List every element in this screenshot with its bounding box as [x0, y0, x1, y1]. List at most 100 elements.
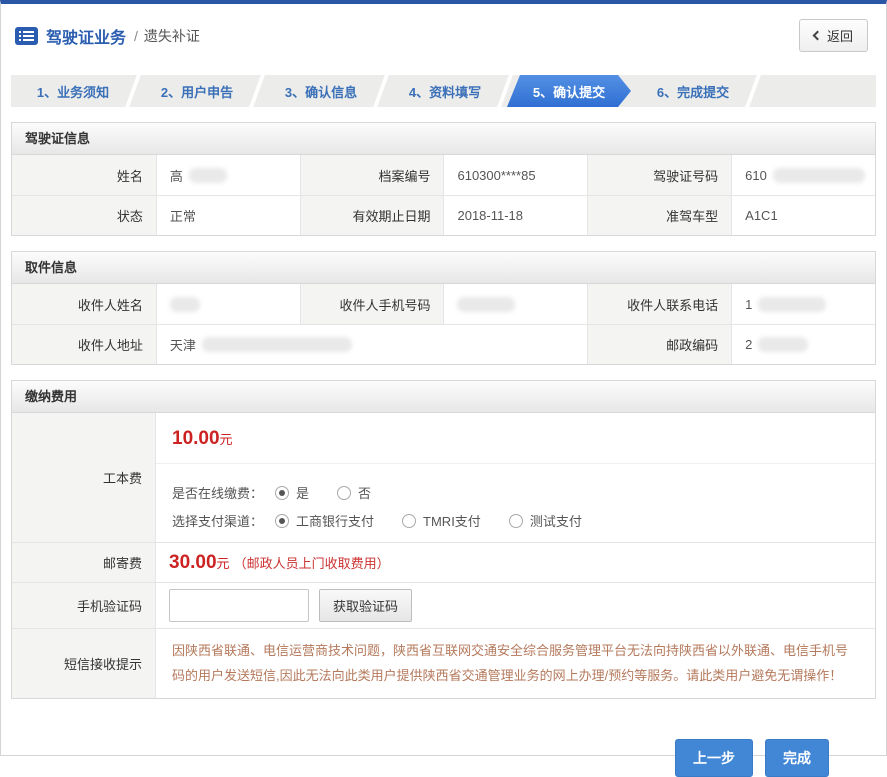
- recipient-label: 收件人姓名: [12, 284, 156, 324]
- step-label: 6、完成提交: [657, 82, 729, 101]
- footer-actions: 上一步 完成: [1, 699, 886, 777]
- step-filler: [755, 75, 876, 107]
- pay-channel-row: 选择支付渠道： 工商银行支付 TMRI支付 测试支付: [172, 511, 859, 530]
- class-value: A1C1: [731, 195, 875, 235]
- address-text: 天津: [170, 335, 196, 354]
- radio-unselected-icon[interactable]: [402, 514, 416, 528]
- mobile-value: [443, 284, 587, 324]
- status-value: 正常: [156, 195, 300, 235]
- postcode-label: 邮政编码: [587, 324, 731, 364]
- pickup-info-section: 取件信息 收件人姓名 收件人手机号码 收件人联系电话 1 收件人地址 天津: [11, 251, 876, 365]
- postage-fee-value: 30.00元 （邮政人员上门收取费用）: [155, 542, 875, 582]
- radio-unselected-icon[interactable]: [337, 486, 351, 500]
- postcode-value: 2: [731, 324, 875, 364]
- recipient-value: [156, 284, 300, 324]
- pickup-info-table: 收件人姓名 收件人手机号码 收件人联系电话 1 收件人地址 天津 邮政编码: [12, 284, 875, 364]
- contact-label: 收件人联系电话: [587, 284, 731, 324]
- contact-value: 1: [731, 284, 875, 324]
- sms-notice-text: 因陕西省联通、电信运营商技术问题，陕西省互联网交通安全综合服务管理平台无法向持陕…: [155, 628, 875, 698]
- license-no-label: 驾驶证号码: [587, 155, 731, 195]
- postage-amount: 30.00: [169, 552, 217, 574]
- step-5-confirm-submit-active: 5、确认提交: [507, 75, 631, 107]
- breadcrumb-separator: /: [134, 28, 138, 44]
- radio-online-no[interactable]: 否: [337, 483, 371, 502]
- step-label: 5、确认提交: [533, 82, 605, 101]
- radio-channel-test[interactable]: 测试支付: [509, 511, 582, 530]
- back-button-label: 返回: [827, 26, 853, 45]
- radio-channel-icbc[interactable]: 工商银行支付: [275, 511, 374, 530]
- radio-label: 否: [358, 483, 371, 502]
- name-value: 高: [156, 155, 300, 195]
- license-no-text: 610: [745, 168, 767, 183]
- class-label: 准驾车型: [587, 195, 731, 235]
- step-label: 4、资料填写: [409, 82, 481, 101]
- file-no-value: 610300****85: [443, 155, 587, 195]
- radio-label: 测试支付: [530, 511, 582, 530]
- address-value: 天津: [156, 324, 588, 364]
- radio-selected-icon[interactable]: [275, 514, 289, 528]
- cost-amount: 10.00: [172, 428, 220, 449]
- license-info-table: 姓名 高 档案编号 610300****85 驾驶证号码 610 状态 正常 有…: [12, 155, 875, 235]
- radio-online-yes[interactable]: 是: [275, 483, 309, 502]
- step-4-fill-data: 4、资料填写: [383, 75, 507, 107]
- file-no-label: 档案编号: [300, 155, 444, 195]
- section-title: 缴纳费用: [12, 381, 875, 413]
- address-label: 收件人地址: [12, 324, 156, 364]
- section-title: 取件信息: [12, 252, 875, 284]
- cost-unit: 元: [220, 432, 233, 447]
- expiry-value: 2018-11-18: [443, 195, 587, 235]
- captcha-label: 手机验证码: [12, 582, 155, 628]
- step-label: 2、用户申告: [161, 82, 233, 101]
- redacted-recipient: [170, 297, 200, 312]
- status-label: 状态: [12, 195, 156, 235]
- name-label: 姓名: [12, 155, 156, 195]
- sms-notice-label: 短信接收提示: [12, 628, 155, 698]
- list-icon: [15, 27, 38, 45]
- pay-channel-label: 选择支付渠道：: [172, 511, 263, 530]
- get-captcha-button[interactable]: 获取验证码: [319, 589, 412, 622]
- cost-fee-label: 工本费: [12, 413, 155, 542]
- license-no-value: 610: [731, 155, 875, 195]
- fees-table: 工本费 10.00元 是否在线缴费： 是 否: [12, 413, 875, 698]
- page: 驾驶证业务 / 遗失补证 返回 1、业务须知 2、用户申告 3、确认信息 4、资…: [0, 0, 887, 756]
- back-button[interactable]: 返回: [799, 19, 868, 52]
- captcha-input[interactable]: [169, 589, 309, 622]
- radio-label: TMRI支付: [423, 511, 481, 530]
- postage-fee-label: 邮寄费: [12, 542, 155, 582]
- radio-selected-icon[interactable]: [275, 486, 289, 500]
- redacted-postcode: [758, 337, 808, 352]
- page-title: 驾驶证业务: [46, 24, 126, 48]
- step-label: 3、确认信息: [285, 82, 357, 101]
- step-wizard: 1、业务须知 2、用户申告 3、确认信息 4、资料填写 5、确认提交 6、完成提…: [11, 75, 876, 107]
- step-2-user-declaration: 2、用户申告: [135, 75, 259, 107]
- license-info-section: 驾驶证信息 姓名 高 档案编号 610300****85 驾驶证号码 610 状…: [11, 122, 876, 236]
- contact-text: 1: [745, 297, 752, 312]
- captcha-row: 获取验证码: [155, 582, 875, 628]
- redacted-contact: [758, 297, 826, 312]
- postage-unit: 元: [217, 553, 230, 572]
- step-6-complete-submit: 6、完成提交: [631, 75, 755, 107]
- payment-options-block: 是否在线缴费： 是 否 选择支付渠道：: [156, 464, 875, 542]
- previous-step-button[interactable]: 上一步: [675, 739, 753, 777]
- postage-note: （邮政人员上门收取费用）: [234, 553, 390, 572]
- radio-label: 是: [296, 483, 309, 502]
- breadcrumb-current: 遗失补证: [144, 26, 200, 46]
- chevron-left-icon: [813, 31, 823, 41]
- redacted-name: [189, 168, 227, 183]
- online-pay-label: 是否在线缴费：: [172, 483, 263, 502]
- section-title: 驾驶证信息: [12, 123, 875, 155]
- cost-fee-value: 10.00元 是否在线缴费： 是 否: [155, 413, 875, 542]
- name-text: 高: [170, 166, 183, 185]
- redacted-address: [202, 337, 352, 352]
- finish-button[interactable]: 完成: [765, 739, 829, 777]
- step-label: 1、业务须知: [37, 82, 109, 101]
- expiry-label: 有效期止日期: [300, 195, 444, 235]
- radio-label: 工商银行支付: [296, 511, 374, 530]
- mobile-label: 收件人手机号码: [300, 284, 444, 324]
- redacted-license-no: [773, 168, 865, 183]
- online-pay-row: 是否在线缴费： 是 否: [172, 483, 859, 502]
- postcode-text: 2: [745, 337, 752, 352]
- redacted-mobile: [457, 297, 515, 312]
- radio-unselected-icon[interactable]: [509, 514, 523, 528]
- radio-channel-tmri[interactable]: TMRI支付: [402, 511, 481, 530]
